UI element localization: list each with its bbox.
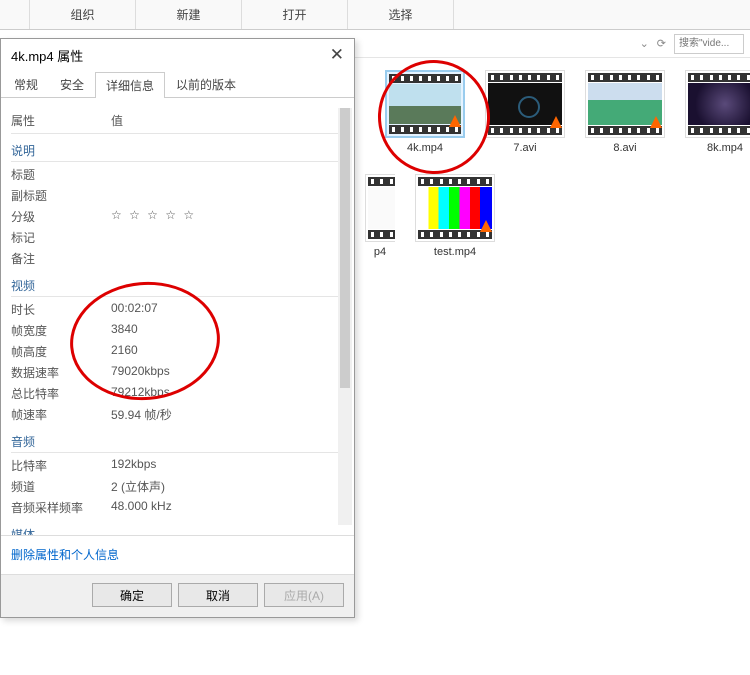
file-item[interactable]: test.mp4 (415, 174, 495, 258)
tab-details[interactable]: 详细信息 (95, 72, 165, 98)
ribbon-item-organize[interactable]: 组织 (30, 0, 136, 29)
properties-dialog: 4k.mp4 属性 ✕ 常规 安全 详细信息 以前的版本 属性值说明标题副标题分… (0, 38, 355, 618)
property-row[interactable]: 副标题 (11, 185, 340, 206)
property-label: 标题 (11, 166, 111, 183)
vlc-icon (449, 115, 461, 127)
property-row[interactable]: 数据速率79020kbps (11, 362, 340, 383)
header-property: 属性 (11, 112, 111, 129)
section-audio: 音频 (11, 431, 340, 453)
property-row[interactable]: 音频采样频率48.000 kHz (11, 497, 340, 518)
file-name: test.mp4 (415, 246, 495, 258)
ok-button[interactable]: 确定 (92, 583, 172, 607)
property-label: 分级 (11, 208, 111, 225)
section-media: 媒体 (11, 524, 340, 535)
property-row[interactable]: 帧高度2160 (11, 341, 340, 362)
ribbon-item-new[interactable]: 新建 (136, 0, 242, 29)
file-name: 7.avi (485, 142, 565, 154)
property-row[interactable]: 频道2 (立体声) (11, 476, 340, 497)
property-row[interactable]: 比特率192kbps (11, 455, 340, 476)
file-thumbnail (485, 70, 565, 138)
property-value: 59.94 帧/秒 (111, 406, 172, 423)
chevron-down-icon[interactable]: ⌄ (640, 37, 649, 50)
property-row[interactable]: 帧速率59.94 帧/秒 (11, 404, 340, 425)
property-label: 时长 (11, 301, 111, 318)
tabs: 常规 安全 详细信息 以前的版本 (1, 71, 354, 98)
search-input[interactable] (674, 34, 744, 54)
file-item[interactable]: p4 (365, 174, 395, 258)
header-value: 值 (111, 112, 123, 129)
property-label: 数据速率 (11, 364, 111, 381)
property-label: 副标题 (11, 187, 111, 204)
remove-properties-link[interactable]: 删除属性和个人信息 (11, 548, 119, 562)
file-thumbnail (385, 70, 465, 138)
scrollbar[interactable] (338, 108, 352, 525)
file-item[interactable]: 8k.mp4 (685, 70, 750, 154)
property-label: 比特率 (11, 457, 111, 474)
property-row[interactable]: 标记 (11, 227, 340, 248)
file-thumbnail (585, 70, 665, 138)
property-label: 帧宽度 (11, 322, 111, 339)
tab-general[interactable]: 常规 (3, 71, 49, 97)
file-thumbnail (365, 174, 395, 242)
apply-button[interactable]: 应用(A) (264, 583, 344, 607)
file-grid: 4k.mp4 7.avi 8.avi 8k.mp4 (355, 60, 750, 675)
property-label: 频道 (11, 478, 111, 495)
property-value: ☆ ☆ ☆ ☆ ☆ (111, 208, 196, 225)
property-label: 帧高度 (11, 343, 111, 360)
ribbon-item-open[interactable]: 打开 (242, 0, 348, 29)
file-name: 4k.mp4 (385, 142, 465, 154)
property-value: 3840 (111, 322, 138, 339)
property-value: 2160 (111, 343, 138, 360)
file-name: 8k.mp4 (685, 142, 750, 154)
property-value: 79020kbps (111, 364, 170, 381)
file-name: 8.avi (585, 142, 665, 154)
tab-previous-versions[interactable]: 以前的版本 (165, 71, 247, 97)
property-value: 48.000 kHz (111, 499, 172, 516)
property-label: 帧速率 (11, 406, 111, 423)
property-label: 音频采样频率 (11, 499, 111, 516)
file-item[interactable]: 8.avi (585, 70, 665, 154)
cancel-button[interactable]: 取消 (178, 583, 258, 607)
property-row[interactable]: 帧宽度3840 (11, 320, 340, 341)
vlc-icon (550, 116, 562, 128)
property-row[interactable]: 标题 (11, 164, 340, 185)
property-label: 标记 (11, 229, 111, 246)
property-row[interactable]: 总比特率79212kbps (11, 383, 340, 404)
header-row: 属性值 (11, 108, 340, 134)
thumbnail-image (368, 187, 395, 229)
ribbon-item-select[interactable]: 选择 (348, 0, 454, 29)
vlc-icon (480, 220, 492, 232)
ribbon: 组织 新建 打开 选择 (0, 0, 750, 30)
file-thumbnail (685, 70, 750, 138)
property-label: 总比特率 (11, 385, 111, 402)
file-thumbnail (415, 174, 495, 242)
thumbnail-image (688, 83, 750, 125)
property-value: 192kbps (111, 457, 156, 474)
file-item[interactable]: 7.avi (485, 70, 565, 154)
close-icon[interactable]: ✕ (330, 45, 344, 65)
property-value: 00:02:07 (111, 301, 158, 318)
property-row[interactable]: 时长00:02:07 (11, 299, 340, 320)
ribbon-item-blank[interactable] (0, 0, 30, 29)
property-label: 备注 (11, 250, 111, 267)
property-row[interactable]: 分级☆ ☆ ☆ ☆ ☆ (11, 206, 340, 227)
file-item[interactable]: 4k.mp4 (385, 70, 465, 154)
tab-security[interactable]: 安全 (49, 71, 95, 97)
section-description: 说明 (11, 140, 340, 162)
file-name: p4 (365, 246, 395, 258)
vlc-icon (650, 116, 662, 128)
section-video: 视频 (11, 275, 340, 297)
property-value: 2 (立体声) (111, 478, 165, 495)
dialog-title: 4k.mp4 属性 (11, 46, 83, 65)
refresh-icon[interactable]: ⟳ (657, 37, 666, 50)
properties-list: 属性值说明标题副标题分级☆ ☆ ☆ ☆ ☆标记备注视频时长00:02:07帧宽度… (1, 98, 354, 535)
property-value: 79212kbps (111, 385, 170, 402)
scrollbar-thumb[interactable] (340, 108, 350, 388)
property-row[interactable]: 备注 (11, 248, 340, 269)
